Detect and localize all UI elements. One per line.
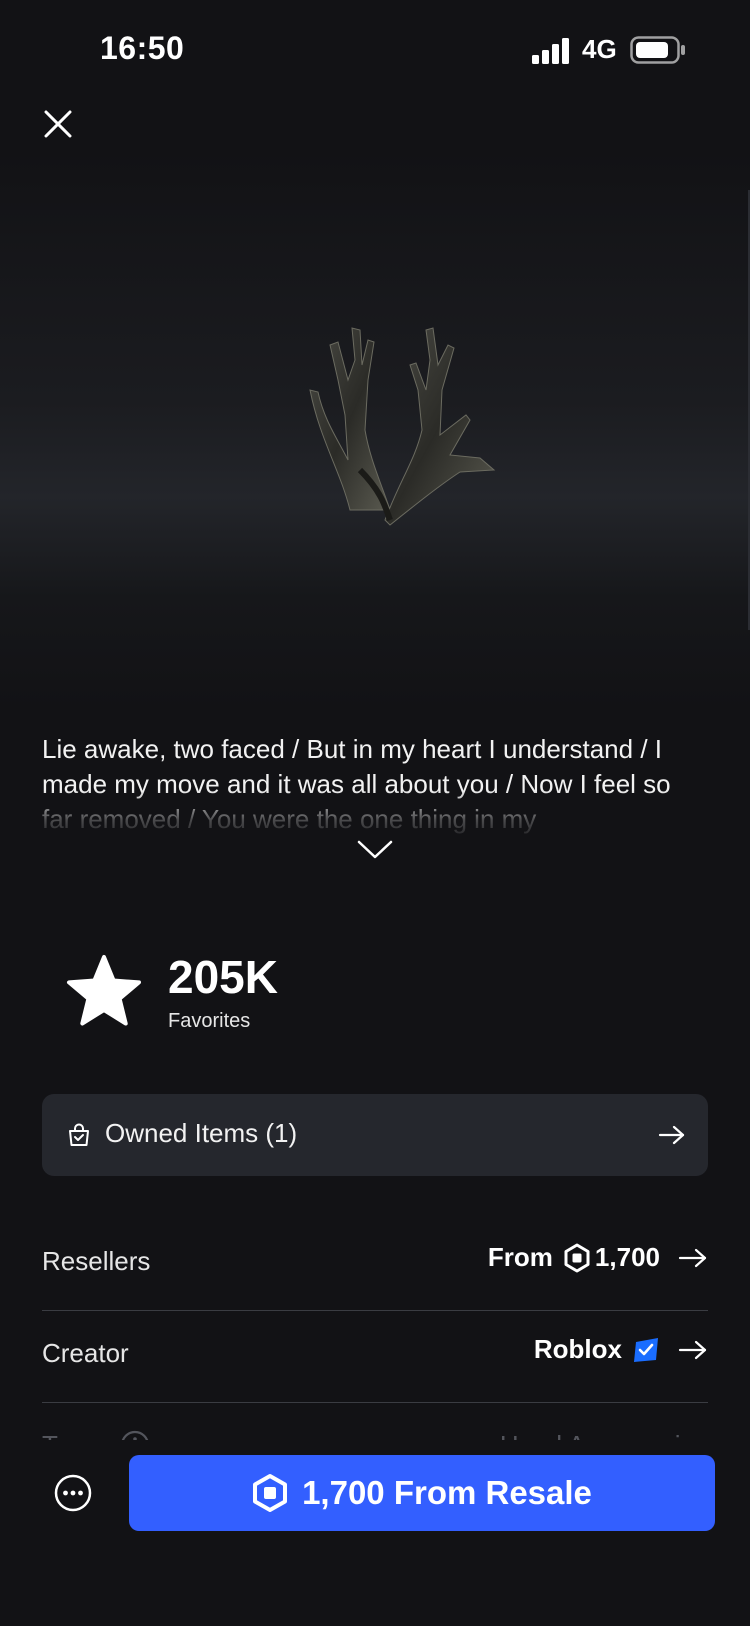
battery-icon	[630, 36, 686, 69]
arrow-right-icon	[678, 1340, 707, 1359]
resellers-label: Resellers	[42, 1246, 151, 1276]
description-fade	[0, 790, 750, 845]
close-icon	[44, 110, 72, 138]
creator-name: Roblox	[533, 1334, 622, 1364]
shopping-bag-icon	[69, 1123, 89, 1146]
status-time: 16:50	[100, 30, 185, 66]
resellers-row[interactable]: Resellers From 1,700	[42, 1218, 708, 1311]
creator-row[interactable]: Creator Roblox	[42, 1310, 708, 1403]
signal-icon	[532, 38, 572, 69]
favorites-label: Favorites	[168, 1010, 251, 1032]
buy-button-label: 1,700 From Resale	[302, 1474, 592, 1511]
item-preview[interactable]	[0, 150, 750, 710]
close-button[interactable]	[38, 104, 78, 144]
arrow-right-icon	[678, 1248, 707, 1267]
creator-label: Creator	[42, 1338, 129, 1368]
favorites-count: 205K	[168, 951, 278, 1003]
buy-from-resale-button[interactable]: 1,700 From Resale	[129, 1455, 715, 1531]
robux-icon	[564, 1243, 590, 1272]
star-icon	[67, 955, 141, 1026]
antlers-item-image	[309, 327, 496, 526]
owned-items-label: Owned Items (1)	[105, 1118, 298, 1148]
resellers-prefix: From	[487, 1242, 553, 1272]
more-options-icon	[54, 1474, 92, 1512]
creator-value: Roblox	[534, 1334, 708, 1365]
chevron-down-icon	[357, 840, 393, 859]
owned-items-button[interactable]: Owned Items (1)	[42, 1094, 708, 1176]
more-options-button[interactable]	[54, 1474, 92, 1512]
robux-icon	[253, 1474, 288, 1512]
favorites-stat[interactable]: 205K Favorites	[66, 950, 466, 1040]
resellers-price-value: 1,700	[594, 1242, 660, 1272]
status-bar: 16:50 4G	[0, 0, 750, 100]
arrow-right-icon	[658, 1125, 685, 1145]
expand-description-button[interactable]	[355, 838, 395, 862]
resellers-price: 1,700	[563, 1242, 660, 1273]
verified-badge-icon	[634, 1337, 658, 1362]
resellers-value: From 1,700	[488, 1242, 708, 1273]
network-type: 4G	[582, 34, 617, 64]
